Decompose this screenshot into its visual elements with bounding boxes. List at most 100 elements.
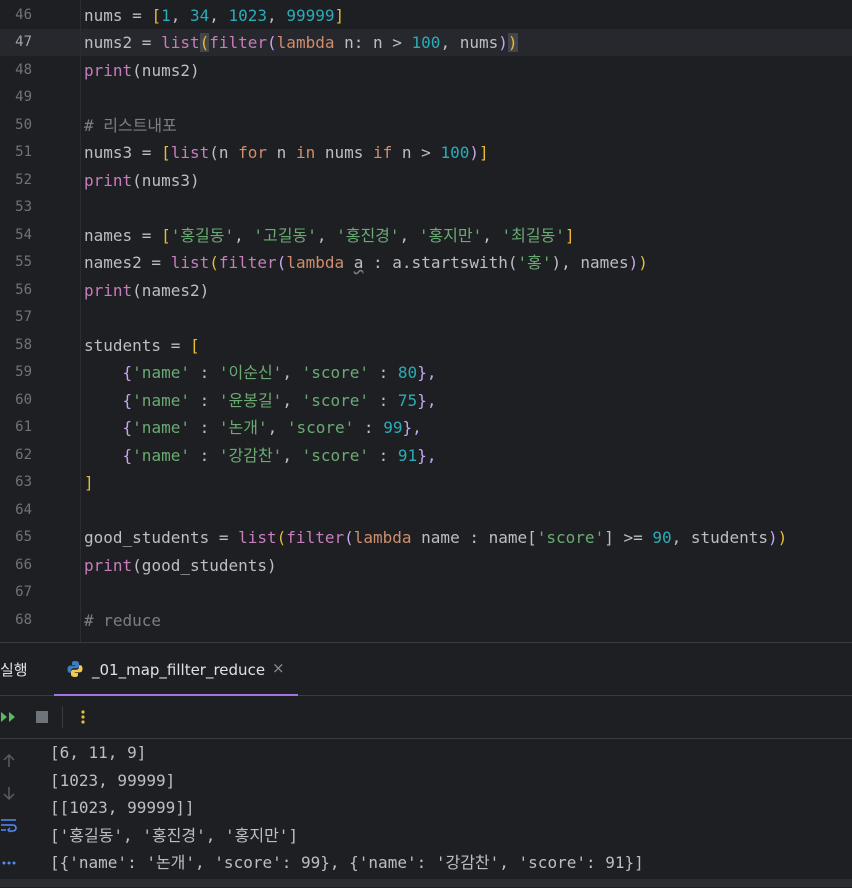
code-token: ,	[267, 6, 287, 25]
code-token: 90	[652, 528, 672, 547]
line-number: 56	[15, 282, 32, 298]
code-token: list	[161, 33, 200, 52]
more-options-icon[interactable]	[74, 708, 92, 726]
code-token: 91	[397, 446, 418, 465]
code-token: in	[295, 143, 316, 162]
stop-icon[interactable]	[33, 708, 51, 726]
code-line-52: print(nums3)	[84, 167, 852, 194]
code-token: (	[276, 253, 287, 272]
code-token: '강감찬'	[218, 446, 283, 465]
code-token: '논개'	[218, 418, 268, 437]
more-icon[interactable]	[0, 851, 18, 869]
code-token: [	[161, 226, 171, 245]
code-token: filter	[286, 528, 345, 547]
line-number: 60	[15, 392, 32, 408]
code-token: 'score'	[286, 418, 355, 437]
output-line: [1023, 99999]	[50, 771, 176, 790]
rerun-icon[interactable]	[0, 708, 18, 726]
line-number: 49	[15, 89, 32, 105]
line-number: 63	[15, 474, 32, 490]
line-number: 65	[15, 529, 32, 545]
code-token: [	[161, 143, 171, 162]
code-token: )	[767, 528, 778, 547]
run-side-toolbar	[0, 739, 22, 888]
code-token: (nums3)	[132, 171, 200, 190]
code-token: 'name'	[132, 363, 190, 382]
code-token: nums =	[84, 6, 152, 25]
close-icon[interactable]: ×	[272, 659, 285, 677]
code-token: good_students =	[84, 528, 239, 547]
code-token: names =	[84, 226, 162, 245]
code-token: print	[84, 281, 133, 300]
line-number: 53	[15, 199, 32, 215]
code-line-55: names2 = list(filter(lambda a : a.starts…	[84, 249, 852, 276]
code-token: nums3 =	[84, 143, 162, 162]
code-token: {	[84, 446, 133, 465]
code-token: print	[84, 61, 133, 80]
code-token: :	[369, 363, 398, 382]
code-line-68: # reduce	[84, 607, 852, 634]
code-line-59: {'name' : '이순신', 'score' : 80},	[84, 359, 852, 386]
line-number: 50	[15, 117, 32, 133]
code-token: 'score'	[301, 446, 370, 465]
code-token: nums	[315, 143, 374, 162]
line-number: 55	[15, 254, 32, 270]
output-line: [6, 11, 9]	[50, 743, 147, 762]
horizontal-scrollbar[interactable]	[0, 879, 852, 887]
code-token: , nums	[440, 33, 499, 52]
code-token: n: n >	[334, 33, 412, 52]
arrow-down-icon[interactable]	[0, 785, 18, 803]
run-panel: 실행 _01_map_fillter_reduce × [6, 11, 9] […	[0, 642, 852, 888]
code-token: (	[276, 528, 287, 547]
run-tab[interactable]: _01_map_fillter_reduce ×	[54, 643, 298, 696]
code-token: , students	[671, 528, 768, 547]
code-token: :	[189, 391, 219, 410]
code-token: ,	[282, 446, 302, 465]
code-token: )	[777, 528, 788, 547]
indent-guide	[80, 0, 81, 642]
code-token: (	[199, 33, 210, 52]
code-token: n	[267, 143, 296, 162]
code-token: '홍지만'	[418, 226, 483, 245]
code-token: ,	[282, 363, 302, 382]
code-token: 1023	[228, 6, 268, 25]
line-number: 68	[15, 612, 32, 628]
code-token: },	[417, 363, 437, 382]
line-number: 48	[15, 62, 32, 78]
code-token: ,	[209, 6, 229, 25]
code-token: ] >=	[604, 528, 653, 547]
toolbar-separator	[62, 706, 63, 728]
code-token: list	[238, 528, 277, 547]
line-number: 51	[15, 144, 32, 160]
code-line-58: students = [	[84, 332, 852, 359]
code-token: 34	[189, 6, 210, 25]
code-token: (	[209, 253, 219, 272]
line-number: 58	[15, 337, 32, 353]
code-token: filter	[218, 253, 277, 272]
code-token: ]	[479, 143, 489, 162]
code-line-62: {'name' : '강감찬', 'score' : 91},	[84, 442, 852, 469]
output-line: ['홍길동', '홍진경', '홍지만']	[50, 826, 299, 845]
code-token: lambda	[276, 33, 335, 52]
soft-wrap-icon[interactable]	[0, 817, 18, 835]
code-line-60: {'name' : '윤봉길', 'score' : 75},	[84, 387, 852, 414]
python-icon	[67, 661, 83, 677]
code-line-46: nums = [1, 34, 1023, 99999]	[84, 2, 852, 29]
arrow-up-icon[interactable]	[0, 753, 18, 771]
code-editor[interactable]: 46 47 48 49 50 51 52 53 54 55 56 57 58 5…	[0, 0, 852, 642]
run-tab-label: _01_map_fillter_reduce	[92, 661, 266, 679]
code-token: )	[507, 33, 518, 52]
code-token: ), names	[551, 253, 629, 272]
code-line-48: print(nums2)	[84, 57, 852, 84]
code-token: (good_students)	[132, 556, 277, 575]
code-token: (n	[209, 143, 239, 162]
code-token: 'score'	[536, 528, 605, 547]
code-token: 'name'	[132, 418, 190, 437]
code-token: 'name'	[132, 446, 190, 465]
code-token: : a.startswith(	[363, 253, 518, 272]
code-token: list	[170, 253, 210, 272]
code-line-65: good_students = list(filter(lambda name …	[84, 524, 852, 551]
code-token: '윤봉길'	[218, 391, 283, 410]
code-token: },	[417, 446, 437, 465]
